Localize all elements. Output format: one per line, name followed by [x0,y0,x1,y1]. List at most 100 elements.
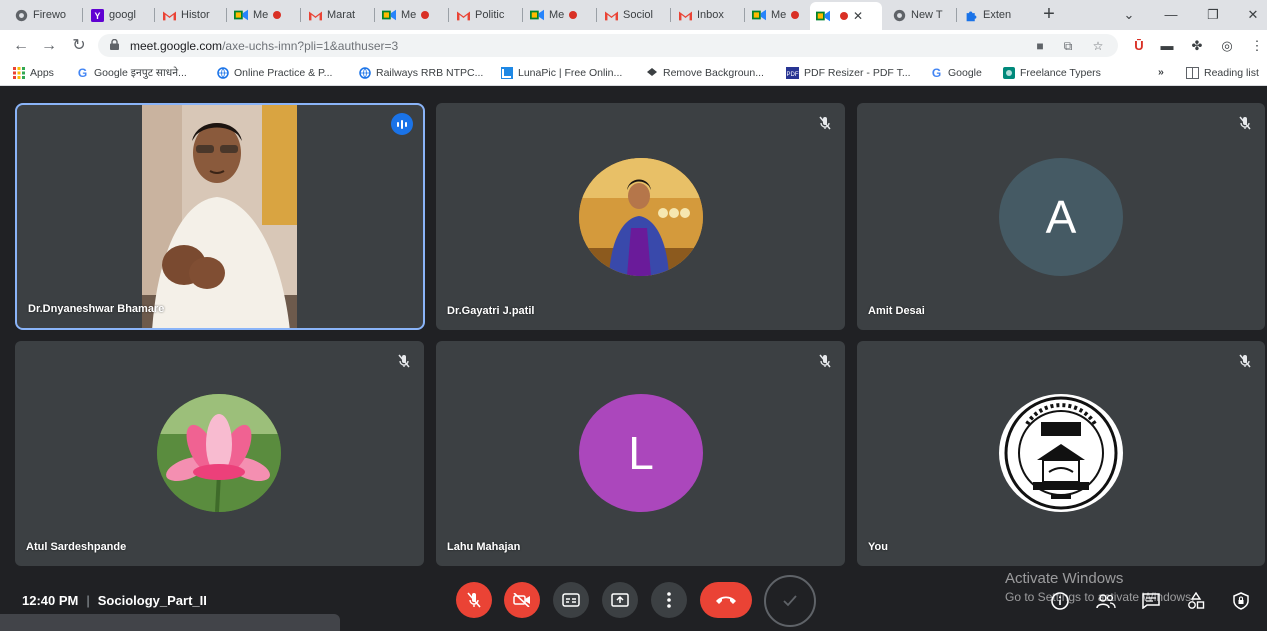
removebg-icon [645,66,658,79]
tab-title: New T [911,9,943,21]
url-path: /axe-uchs-imn?pli=1&authuser=3 [222,39,399,53]
people-button[interactable] [1096,591,1116,611]
bookmark-star-icon[interactable]: ☆ [1090,38,1106,54]
bookmark-label: Railways RRB NTPC... [376,66,484,79]
tab-extensions[interactable]: Exten [958,3,1030,27]
participant-initial-avatar: A [999,158,1123,276]
participant-tile[interactable]: L Lahu Mahajan [436,341,845,566]
bookmark-label: Apps [30,66,54,79]
browser-tab-strip: Firewo Y googl Histor Me Marat Me Politi… [0,0,1267,30]
leave-call-button[interactable] [700,582,752,618]
profile-avatar-icon[interactable]: ◎ [1218,37,1236,55]
tab-gmail-politic[interactable]: Politic [450,3,520,27]
host-controls-button[interactable] [1231,591,1251,611]
tab-new-tab[interactable]: New T [886,3,954,27]
back-arrow-icon[interactable]: ← [10,35,32,57]
participant-tile[interactable]: A Amit Desai [857,103,1265,330]
camera-in-use-icon[interactable]: ■ [1032,38,1048,54]
yahoo-icon: Y [90,8,104,22]
bookmark-freelance-typers[interactable]: Freelance Typers [1002,66,1101,79]
tab-meet-active[interactable]: ✕ [810,2,882,30]
mic-off-icon [1239,354,1251,368]
tab-search-chevron-icon[interactable]: ⌄ [1116,4,1142,26]
captions-button[interactable] [553,582,589,618]
participant-tile[interactable]: Dr.Gayatri J.patil [436,103,845,330]
bookmark-google-input[interactable]: G Google इनपुट साधने... [76,66,187,80]
chat-icon [1142,593,1160,609]
participant-tile[interactable]: Dr.Dnyaneshwar Bhamare [15,103,425,330]
cast-icon[interactable]: ⧉ [1060,38,1076,54]
tab-meet-4[interactable]: Me [746,3,808,27]
close-tab-icon[interactable]: ✕ [853,9,863,23]
recording-dot-icon [421,11,430,19]
bookmark-railways[interactable]: Railways RRB NTPC... [358,66,483,79]
tab-gmail-inbox[interactable]: Inbox [672,3,742,27]
self-tile[interactable]: You [857,341,1265,566]
meet-icon [752,8,766,22]
address-bar[interactable]: meet.google.com/axe-uchs-imn?pli=1&authu… [98,34,1118,57]
tab-meet-2[interactable]: Me [376,3,446,27]
present-screen-button[interactable] [602,582,638,618]
tab-meet-3[interactable]: Me [524,3,594,27]
reading-list-button[interactable]: Reading list [1186,66,1259,79]
extensions-puzzle-icon[interactable]: ✤ [1188,37,1206,55]
minimize-button[interactable]: — [1158,4,1184,26]
google-icon: G [77,66,88,80]
extension-red-icon[interactable]: Ū [1130,37,1148,55]
chat-button[interactable] [1141,591,1161,611]
menu-kebab-icon[interactable]: ⋮ [1248,37,1266,55]
tab-gmail-marat[interactable]: Marat [302,3,372,27]
bookmark-google[interactable]: G Google [930,66,982,80]
bookmark-pdf-resizer[interactable]: PDF PDF Resizer - PDF T... [786,66,911,79]
restore-button[interactable]: ❐ [1200,4,1226,26]
watermark-title: Activate Windows [1005,570,1124,587]
bookmark-remove-bg[interactable]: Remove Backgroun... [645,66,764,79]
activities-shapes-icon [1188,592,1205,609]
tab-title: Me [549,9,565,21]
forward-arrow-icon[interactable]: → [38,35,60,57]
tab-yahoo[interactable]: Y googl [84,3,152,27]
gmail-icon [604,8,618,22]
reaction-checkmark-button[interactable] [764,575,816,627]
checkmark-icon [783,595,797,607]
participant-tile[interactable]: Atul Sardeshpande [15,341,424,566]
closed-captions-icon [562,593,580,607]
participant-photo-avatar [579,158,703,276]
camera-toggle-button[interactable] [504,582,540,618]
microphone-toggle-button[interactable] [456,582,492,618]
participant-name: Dr.Gayatri J.patil [447,305,535,317]
activities-button[interactable] [1186,591,1206,611]
tab-title: Firewo [33,9,67,21]
freelance-icon [1002,66,1015,79]
new-tab-button[interactable]: + [1038,4,1060,26]
more-options-button[interactable] [651,582,687,618]
speaking-indicator-icon [391,113,413,135]
taskbar-preview-strip [0,614,340,631]
url-text: meet.google.com/axe-uchs-imn?pli=1&authu… [130,39,398,53]
participant-name: Dr.Dnyaneshwar Bhamare [28,303,165,315]
tab-firewo[interactable]: Firewo [8,3,80,27]
bookmark-label: Freelance Typers [1020,66,1101,79]
bookmarks-overflow-button[interactable]: » [1158,66,1164,78]
bookmark-online-practice[interactable]: Online Practice & P... [216,66,332,79]
tab-title: Sociol [623,9,653,21]
gmail-icon [456,8,470,22]
meeting-info-button[interactable] [1050,591,1070,611]
apps-grid-icon [12,66,25,79]
bookmark-label: Remove Backgroun... [663,66,764,79]
tab-gmail-sociol[interactable]: Sociol [598,3,668,27]
reload-icon[interactable]: ↻ [68,35,90,57]
tab-meet-1[interactable]: Me [228,3,298,27]
bookmark-label: Google [948,66,982,79]
bookmark-apps[interactable]: Apps [12,66,54,79]
recording-dot-icon [569,11,578,19]
puzzle-icon [964,8,978,22]
meet-icon [382,8,396,22]
participant-name: You [868,541,888,553]
close-window-button[interactable]: ✕ [1240,4,1266,26]
extension-screen-icon[interactable]: ▬ [1158,37,1176,55]
meeting-details: 12:40 PM | Sociology_Part_II [22,593,207,608]
tab-divider [744,8,745,22]
bookmark-lunapic[interactable]: LunaPic | Free Onlin... [500,66,622,79]
tab-gmail-histor[interactable]: Histor [156,3,224,27]
